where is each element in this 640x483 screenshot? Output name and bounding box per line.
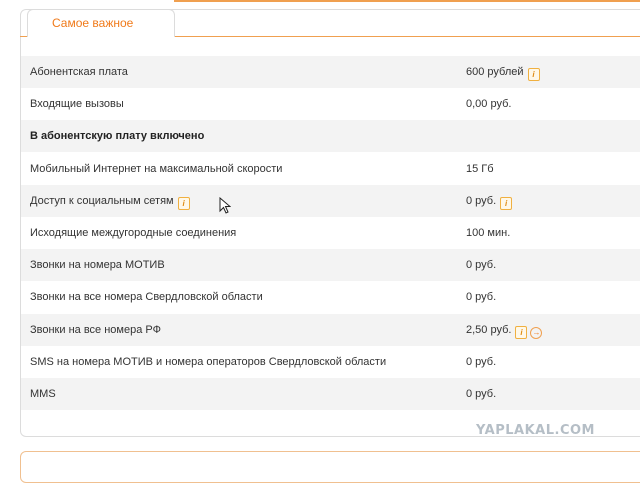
row-label: SMS на номера МОТИВ и номера операторов … — [30, 356, 386, 368]
info-icon[interactable]: i — [500, 196, 513, 210]
next-section-card — [20, 451, 640, 483]
row-label: Звонки на все номера Свердловской област… — [30, 291, 263, 303]
row-value-text: 0 руб. — [466, 259, 497, 272]
row-value: 0 руб. — [466, 291, 496, 303]
row-label-text: Доступ к социальным сетям — [30, 194, 174, 207]
row-value: 2,50 руб. i → — [466, 323, 543, 339]
row-value-text: 0 руб. — [466, 291, 497, 304]
row-label: Доступ к социальным сетям i — [30, 195, 190, 210]
row-value-text: 2,50 руб. — [466, 323, 512, 336]
row-label: Звонки на номера МОТИВ — [30, 259, 165, 271]
row-label: Звонки на все номера РФ — [30, 324, 161, 336]
table-row: Звонки на номера МОТИВ 0 руб. — [21, 249, 640, 282]
table-row: Входящие вызовы 0,00 руб. — [21, 88, 640, 120]
info-icon[interactable]: i — [177, 196, 190, 210]
arrow-right-circle-icon[interactable]: → — [530, 326, 543, 339]
row-value: 0 руб. — [466, 259, 496, 271]
table-row: Доступ к социальным сетям i 0 руб. i — [21, 184, 640, 217]
table-row: Мобильный Интернет на максимальной скоро… — [21, 153, 640, 185]
row-label: Абонентская плата — [30, 66, 128, 78]
row-label-text: Абонентская плата — [30, 66, 128, 78]
mouse-cursor-icon — [219, 197, 231, 214]
row-label-text: MMS — [30, 388, 56, 400]
row-value-text: 0 руб. — [466, 355, 497, 368]
row-value-text: 600 рублей — [466, 66, 524, 78]
table-row: Звонки на все номера РФ 2,50 руб. i → — [21, 313, 640, 346]
row-label-text: В абонентскую плату включено — [30, 130, 205, 143]
row-label: В абонентскую плату включено — [30, 130, 204, 142]
row-value: 0,00 руб. — [466, 98, 511, 110]
row-label-text: Звонки на все номера Свердловской област… — [30, 291, 263, 304]
table-row: SMS на номера МОТИВ и номера операторов … — [21, 346, 640, 378]
section-header-row: В абонентскую плату включено — [21, 120, 640, 153]
info-icon[interactable]: i — [527, 68, 540, 81]
row-label-text: Звонки на все номера РФ — [30, 323, 161, 336]
row-value: 100 мин. — [466, 227, 510, 239]
row-value-text: 15 Гб — [466, 162, 494, 175]
row-value: 600 рублей i — [466, 66, 540, 81]
row-label: Мобильный Интернет на максимальной скоро… — [30, 163, 282, 175]
table-row: Исходящие междугородные соединения 100 ми… — [21, 217, 640, 249]
watermark: YAPLAKAL.COM — [476, 423, 595, 438]
row-value: 0 руб. i — [466, 194, 513, 210]
row-value: 15 Гб — [466, 163, 494, 175]
row-value-text: 0 руб. — [466, 388, 497, 400]
tab-label: Самое важное — [52, 16, 134, 30]
row-label: MMS — [30, 388, 56, 400]
row-label-text: Мобильный Интернет на максимальной скоро… — [30, 162, 283, 175]
table-row: MMS 0 руб. — [21, 378, 640, 410]
row-value: 0 руб. — [466, 388, 496, 400]
row-value-text: 0 руб. — [466, 194, 497, 207]
row-value-text: 100 мин. — [466, 227, 511, 239]
tab-most-important[interactable]: Самое важное — [27, 9, 175, 37]
row-label-text: Исходящие междугородные соединения — [30, 227, 237, 239]
table-row: Звонки на все номера Свердловской област… — [21, 281, 640, 313]
row-label: Входящие вызовы — [30, 98, 124, 110]
top-accent-line — [174, 0, 640, 2]
table-row: Абонентская плата 600 рублей i — [21, 56, 640, 88]
row-value-text: 0,00 руб. — [466, 98, 512, 111]
row-label-text: SMS на номера МОТИВ и номера операторов … — [30, 355, 387, 368]
row-label-text: Входящие вызовы — [30, 98, 124, 111]
info-icon[interactable]: i — [515, 325, 528, 339]
row-value: 0 руб. — [466, 356, 496, 368]
row-label: Исходящие междугородные соединения — [30, 227, 236, 239]
row-label-text: Звонки на номера МОТИВ — [30, 259, 165, 272]
